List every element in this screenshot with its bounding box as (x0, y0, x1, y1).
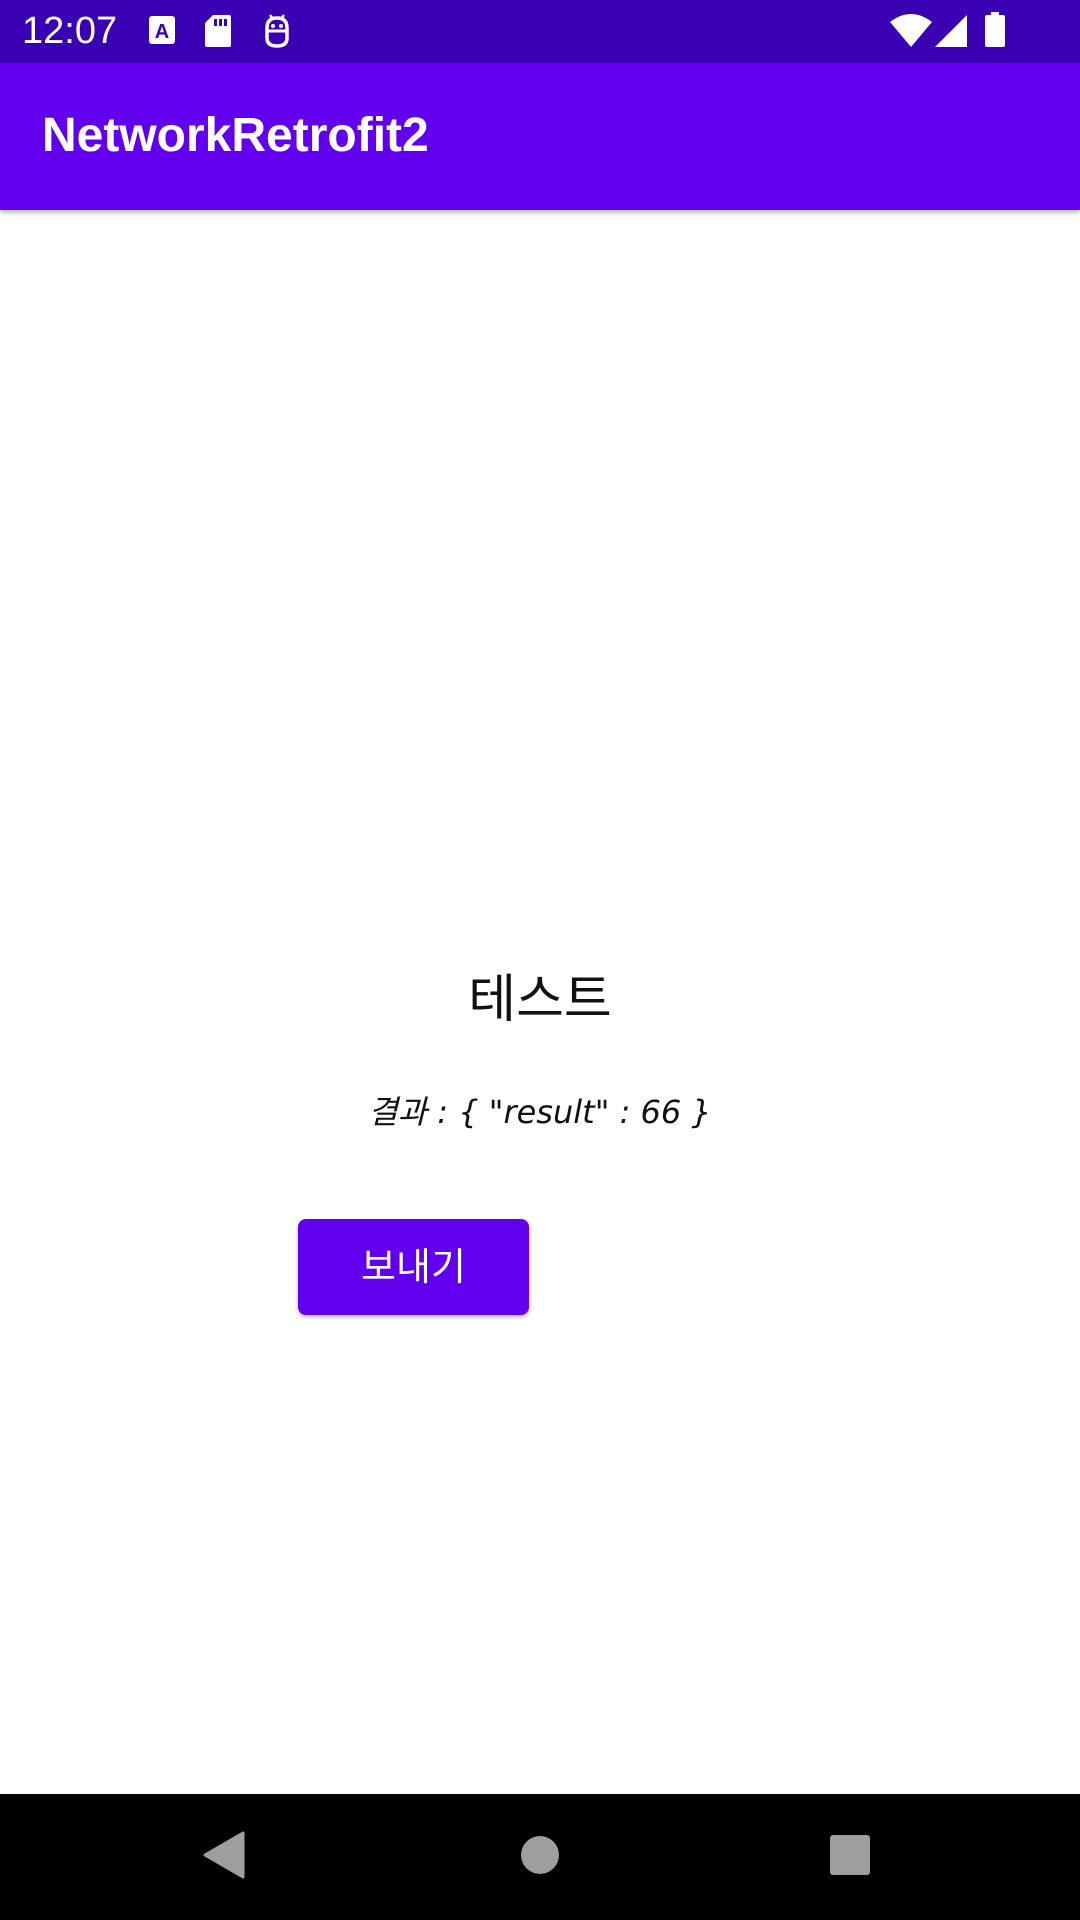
cell-signal-icon (934, 14, 968, 52)
status-bar: 12:07 A (0, 0, 1080, 63)
a-notification-icon: A (148, 14, 176, 50)
recents-icon (830, 1835, 870, 1879)
status-time: 12:07 (22, 10, 118, 52)
android-debug-icon (262, 14, 292, 52)
home-button[interactable] (465, 1794, 615, 1920)
wifi-icon (890, 14, 932, 52)
recents-button[interactable] (775, 1794, 925, 1920)
svg-text:A: A (155, 21, 169, 43)
battery-icon (984, 12, 1006, 52)
app-bar: NetworkRetrofit2 (0, 63, 1080, 210)
send-button[interactable]: 보내기 (298, 1219, 529, 1315)
page-heading: 테스트 (468, 970, 612, 1030)
back-button[interactable] (150, 1794, 300, 1920)
home-icon (520, 1835, 560, 1879)
sd-card-icon (204, 14, 232, 52)
result-text: 결과 : { "result" : 66 } (368, 1093, 712, 1131)
screen: 12:07 A NetworkRetrofit2 테스트 결과: {"res… (0, 0, 1080, 1920)
nav-bar (0, 1794, 1080, 1920)
app-title: NetworkRetrofit2 (42, 109, 429, 162)
back-icon (203, 1831, 247, 1883)
